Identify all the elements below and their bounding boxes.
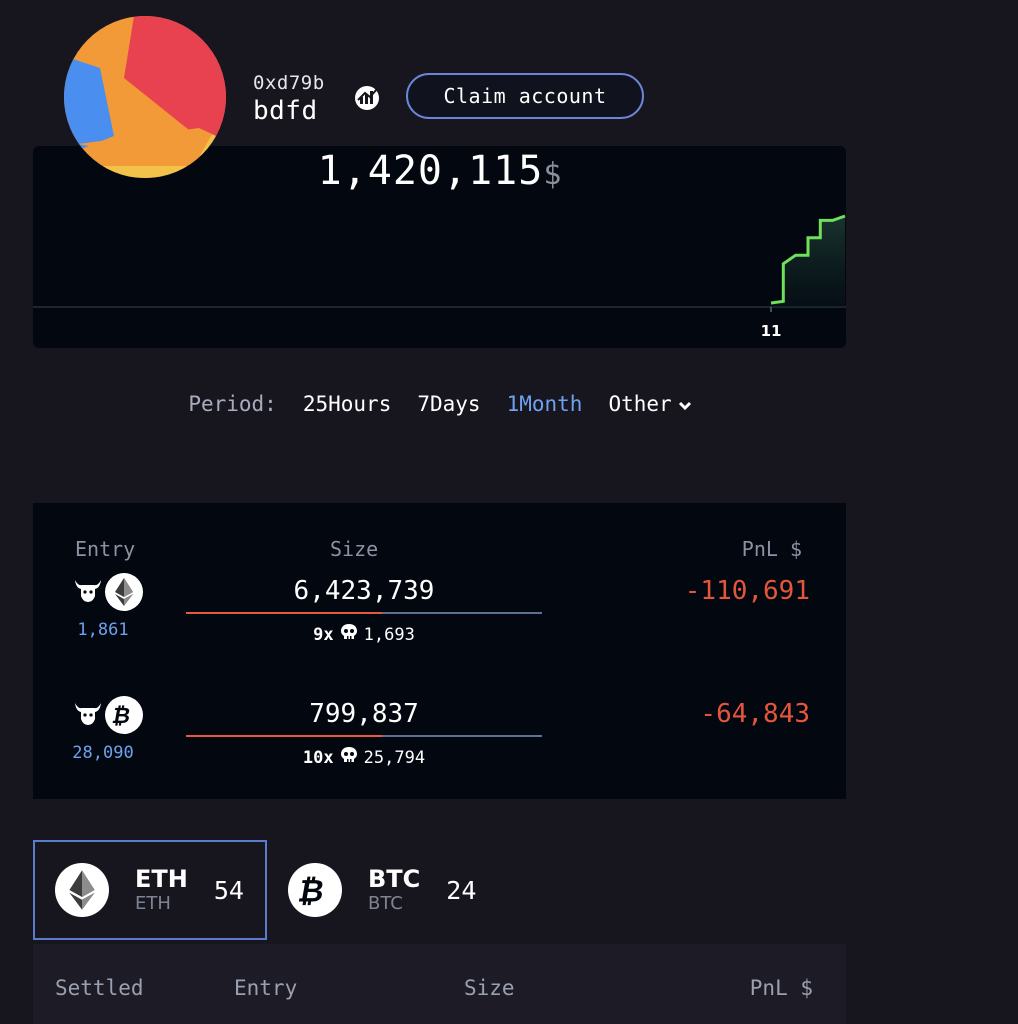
- position-row-eth-entry[interactable]: [73, 573, 143, 611]
- liquidation-bar: [186, 612, 542, 614]
- wallet-address: 0xd79b: [253, 72, 325, 94]
- x-tick-label: 11: [761, 322, 782, 340]
- btc-icon: ₿: [288, 863, 342, 917]
- leverage-info: 10x 25,794: [186, 746, 542, 769]
- liquidation-price: 25,794: [363, 747, 426, 768]
- period-option-1month[interactable]: 1Month: [507, 392, 583, 416]
- positions-header-pnl: PnL $: [741, 537, 802, 561]
- settled-table: Settled Entry Size PnL $: [33, 944, 846, 1024]
- entry-price: 1,861: [77, 620, 129, 640]
- liquidation-bar-fill: [186, 735, 382, 737]
- skull-icon: [340, 746, 358, 769]
- liquidation-bar-fill: [186, 612, 382, 614]
- positions-header-size: Size: [330, 537, 379, 561]
- position-row-btc-entry[interactable]: ₿: [73, 696, 143, 734]
- leverage: 9x: [313, 624, 334, 645]
- svg-text:₿: ₿: [112, 703, 133, 729]
- leverage: 10x: [302, 747, 334, 768]
- claim-account-button[interactable]: Claim account: [406, 73, 644, 119]
- settled-header-pnl: PnL $: [749, 976, 813, 1000]
- asset-subtitle: BTC: [368, 893, 403, 914]
- liquidation-bar: [186, 735, 542, 737]
- entry-price: 28,090: [72, 743, 134, 763]
- bull-icon: [73, 700, 103, 730]
- positions-header-entry: Entry: [75, 537, 136, 561]
- period-option-25hours[interactable]: 25Hours: [303, 392, 392, 416]
- period-option-7days[interactable]: 7Days: [417, 392, 480, 416]
- avatar: [64, 16, 226, 178]
- chevron-down-icon: [678, 392, 692, 416]
- asset-name: BTC BTC: [368, 865, 420, 915]
- chart-logo-icon[interactable]: [353, 84, 381, 112]
- period-option-other[interactable]: Other: [608, 392, 691, 416]
- asset-symbol: ETH: [135, 865, 188, 893]
- asset-count: 54: [213, 875, 244, 905]
- asset-tab-btc[interactable]: ₿ BTC BTC 24: [268, 840, 508, 940]
- settled-header-settled: Settled: [55, 976, 144, 1000]
- btc-icon: ₿: [105, 696, 143, 734]
- asset-count: 24: [446, 875, 477, 905]
- bull-icon: [73, 577, 103, 607]
- svg-text:₿: ₿: [298, 874, 327, 910]
- asset-name: ETH ETH: [135, 865, 188, 915]
- skull-icon: [340, 623, 358, 646]
- asset-subtitle: ETH: [135, 893, 171, 914]
- settled-header-entry: Entry: [234, 976, 298, 1000]
- asset-tab-eth[interactable]: ETH ETH 54: [33, 840, 267, 940]
- leverage-info: 9x 1,693: [186, 623, 542, 646]
- period-option-other-label: Other: [608, 392, 672, 416]
- liquidation-price: 1,693: [363, 624, 415, 645]
- settled-header-size: Size: [464, 976, 515, 1000]
- eth-icon: [55, 863, 109, 917]
- balance-value: 1,420,115: [317, 148, 544, 194]
- balance-currency: $: [543, 157, 563, 192]
- username: bdfd: [253, 96, 318, 126]
- period-selector: Period: 25Hours 7Days 1Month Other: [0, 392, 880, 416]
- position-pnl: -64,843: [700, 699, 810, 729]
- position-size: 6,423,739: [293, 576, 435, 606]
- position-pnl: -110,691: [684, 576, 810, 606]
- eth-icon: [105, 573, 143, 611]
- period-label: Period:: [188, 392, 277, 416]
- position-size: 799,837: [309, 699, 419, 729]
- asset-symbol: BTC: [368, 865, 421, 893]
